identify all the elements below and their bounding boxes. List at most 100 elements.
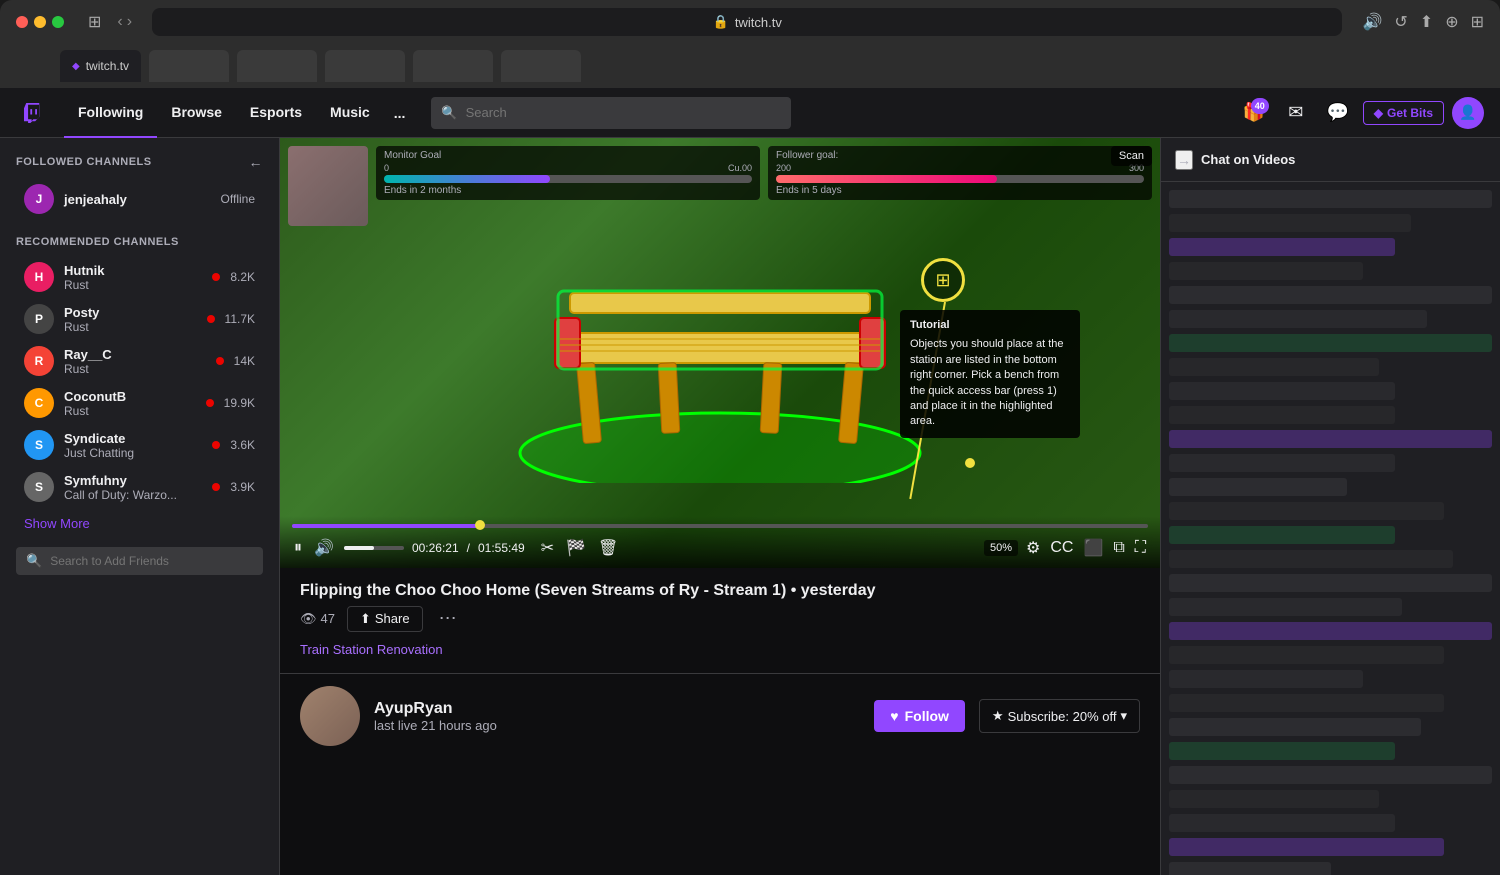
browser-toolbar-icons: 🔊 ↺ ⬆ ⊕ ⊞ xyxy=(1362,12,1484,32)
streamer-row: AyupRyan last live 21 hours ago ♥ Follow… xyxy=(280,673,1160,758)
follower-goal-bar: Follower goal: 200 300 Ends in 5 days xyxy=(768,146,1152,200)
inactive-tab-2[interactable] xyxy=(237,50,317,82)
chat-message-line xyxy=(1169,598,1402,616)
forward-button[interactable]: › xyxy=(127,13,132,31)
search-friends-input[interactable] xyxy=(50,554,253,568)
sidebar-item-syndicate[interactable]: S Syndicate Just Chatting 3.6K xyxy=(8,424,271,466)
volume-slider[interactable] xyxy=(344,546,404,550)
follow-button[interactable]: ♥ Follow xyxy=(874,700,965,732)
chat-message-line xyxy=(1169,670,1363,688)
nav-music[interactable]: Music xyxy=(316,88,384,138)
twitch-logo[interactable] xyxy=(16,95,52,131)
controls-row: ⏸ 🔊 00:26:21 / 01:55:49 ✂ 🏁 🗑 xyxy=(292,536,1148,560)
get-bits-button[interactable]: ◆ Get Bits xyxy=(1363,101,1444,125)
chat-title: Chat on Videos xyxy=(1201,152,1486,167)
chat-message-line xyxy=(1169,430,1492,448)
lock-icon: 🔒 xyxy=(713,14,729,30)
sidebar-item-jenjeahaly[interactable]: J jenjeahaly Offline xyxy=(8,178,271,220)
search-friends-bar: 🔍 xyxy=(16,547,263,575)
chevron-down-icon: ▾ xyxy=(1120,708,1127,724)
chat-message-line xyxy=(1169,190,1492,208)
reload-icon[interactable]: ↺ xyxy=(1394,12,1407,32)
progress-fill xyxy=(292,524,480,528)
chat-message-line xyxy=(1169,454,1395,472)
sidebar-item-hutnik[interactable]: H Hutnik Rust 8.2K xyxy=(8,256,271,298)
share-icon[interactable]: ⬆ xyxy=(1420,12,1433,32)
user-avatar[interactable]: 👤 xyxy=(1452,97,1484,129)
chat-message-line xyxy=(1169,790,1379,808)
search-bar: 🔍 xyxy=(431,97,791,129)
more-options-button[interactable]: ⋯ xyxy=(435,604,461,633)
picture-in-picture-button[interactable]: ⧉ xyxy=(1111,537,1126,559)
nav-browse[interactable]: Browse xyxy=(157,88,236,138)
inactive-tab-5[interactable] xyxy=(501,50,581,82)
inbox-button[interactable]: ✉ xyxy=(1279,96,1313,130)
video-container: Monitor Goal 0 Cu.00 Ends in 2 months Fo… xyxy=(280,138,1160,568)
bookmark-button[interactable]: 🏁 xyxy=(564,536,588,560)
captions-button[interactable]: CC xyxy=(1048,537,1075,559)
video-views: 👁 47 xyxy=(300,611,335,627)
channel-info-coconutb: CoconutB Rust xyxy=(64,389,196,418)
chat-message-line xyxy=(1169,574,1492,592)
sidebar-item-symfuhny[interactable]: S Symfuhny Call of Duty: Warzo... 3.9K xyxy=(8,466,271,508)
address-bar[interactable]: 🔒 twitch.tv xyxy=(152,8,1342,36)
sidebar-item-posty[interactable]: P Posty Rust 11.7K xyxy=(8,298,271,340)
channel-avatar-posty: P xyxy=(24,304,54,334)
nav-following[interactable]: Following xyxy=(64,88,157,138)
chat-message-line xyxy=(1169,550,1453,568)
nav-esports[interactable]: Esports xyxy=(236,88,316,138)
sidebar-item-coconutb[interactable]: C CoconutB Rust 19.9K xyxy=(8,382,271,424)
close-window-button[interactable] xyxy=(16,16,28,28)
clip-button[interactable]: ✂ xyxy=(539,536,556,560)
video-player[interactable]: Monitor Goal 0 Cu.00 Ends in 2 months Fo… xyxy=(280,138,1160,568)
channel-avatar-hutnik: H xyxy=(24,262,54,292)
sidebar-toggle-icon[interactable]: ⊞ xyxy=(88,12,101,32)
inactive-tab-1[interactable] xyxy=(149,50,229,82)
back-button[interactable]: ‹ xyxy=(117,13,122,31)
scan-button[interactable]: Scan xyxy=(1111,146,1152,166)
nav-more[interactable]: ... xyxy=(384,105,416,121)
sidebar-collapse-button[interactable]: ← xyxy=(249,154,264,170)
channel-info-symfuhny: Symfuhny Call of Duty: Warzo... xyxy=(64,473,202,502)
bits-icon: ◆ xyxy=(1374,106,1383,120)
streamer-avatar xyxy=(300,686,360,746)
chat-message-line xyxy=(1169,310,1427,328)
search-friends-icon: 🔍 xyxy=(26,553,42,569)
sidebar-item-rayc[interactable]: R Ray__C Rust 14K xyxy=(8,340,271,382)
notifications-button[interactable]: 🎁 40 xyxy=(1237,96,1271,130)
active-tab[interactable]: ◆ twitch.tv xyxy=(60,50,141,82)
search-input[interactable] xyxy=(466,105,782,120)
video-category-link[interactable]: Train Station Renovation xyxy=(300,642,443,657)
share-button[interactable]: ⬆ Share xyxy=(347,606,423,632)
channel-avatar-syndicate: S xyxy=(24,430,54,460)
delete-button[interactable]: 🗑 xyxy=(596,536,620,560)
channel-avatar-coconutb: C xyxy=(24,388,54,418)
minimize-window-button[interactable] xyxy=(34,16,46,28)
fullscreen-window-button[interactable] xyxy=(52,16,64,28)
audio-icon[interactable]: 🔊 xyxy=(1362,12,1382,32)
extensions-icon[interactable]: ⊞ xyxy=(1471,12,1484,32)
progress-bar[interactable] xyxy=(292,524,1148,528)
show-more-button[interactable]: Show More xyxy=(0,508,279,539)
volume-button[interactable]: 🔊 xyxy=(312,536,336,560)
chat-message-line xyxy=(1169,718,1421,736)
subscribe-button[interactable]: ★ Subscribe: 20% off ▾ xyxy=(979,699,1140,733)
tutorial-tooltip: Tutorial Objects you should place at the… xyxy=(900,310,1080,438)
channel-name-jenjeahaly: jenjeahaly xyxy=(64,192,211,207)
chat-button[interactable]: 💬 xyxy=(1321,96,1355,130)
chat-collapse-button[interactable]: → xyxy=(1175,150,1193,170)
fullscreen-button[interactable]: ⛶ xyxy=(1133,537,1148,559)
inactive-tab-3[interactable] xyxy=(325,50,405,82)
chat-message-line xyxy=(1169,286,1492,304)
new-tab-icon[interactable]: ⊕ xyxy=(1445,12,1458,32)
streamer-info: AyupRyan last live 21 hours ago xyxy=(374,700,860,733)
live-dot-syndicate xyxy=(212,441,220,449)
channel-info-hutnik: Hutnik Rust xyxy=(64,263,202,292)
inactive-tab-4[interactable] xyxy=(413,50,493,82)
streamer-name: AyupRyan xyxy=(374,700,860,718)
settings-button[interactable]: ⚙ xyxy=(1024,536,1042,560)
quality-button[interactable]: 50% xyxy=(984,540,1018,556)
theater-button[interactable]: ⬛ xyxy=(1081,536,1105,560)
channel-info-jenjeahaly: jenjeahaly xyxy=(64,192,211,207)
pause-button[interactable]: ⏸ xyxy=(292,537,304,559)
